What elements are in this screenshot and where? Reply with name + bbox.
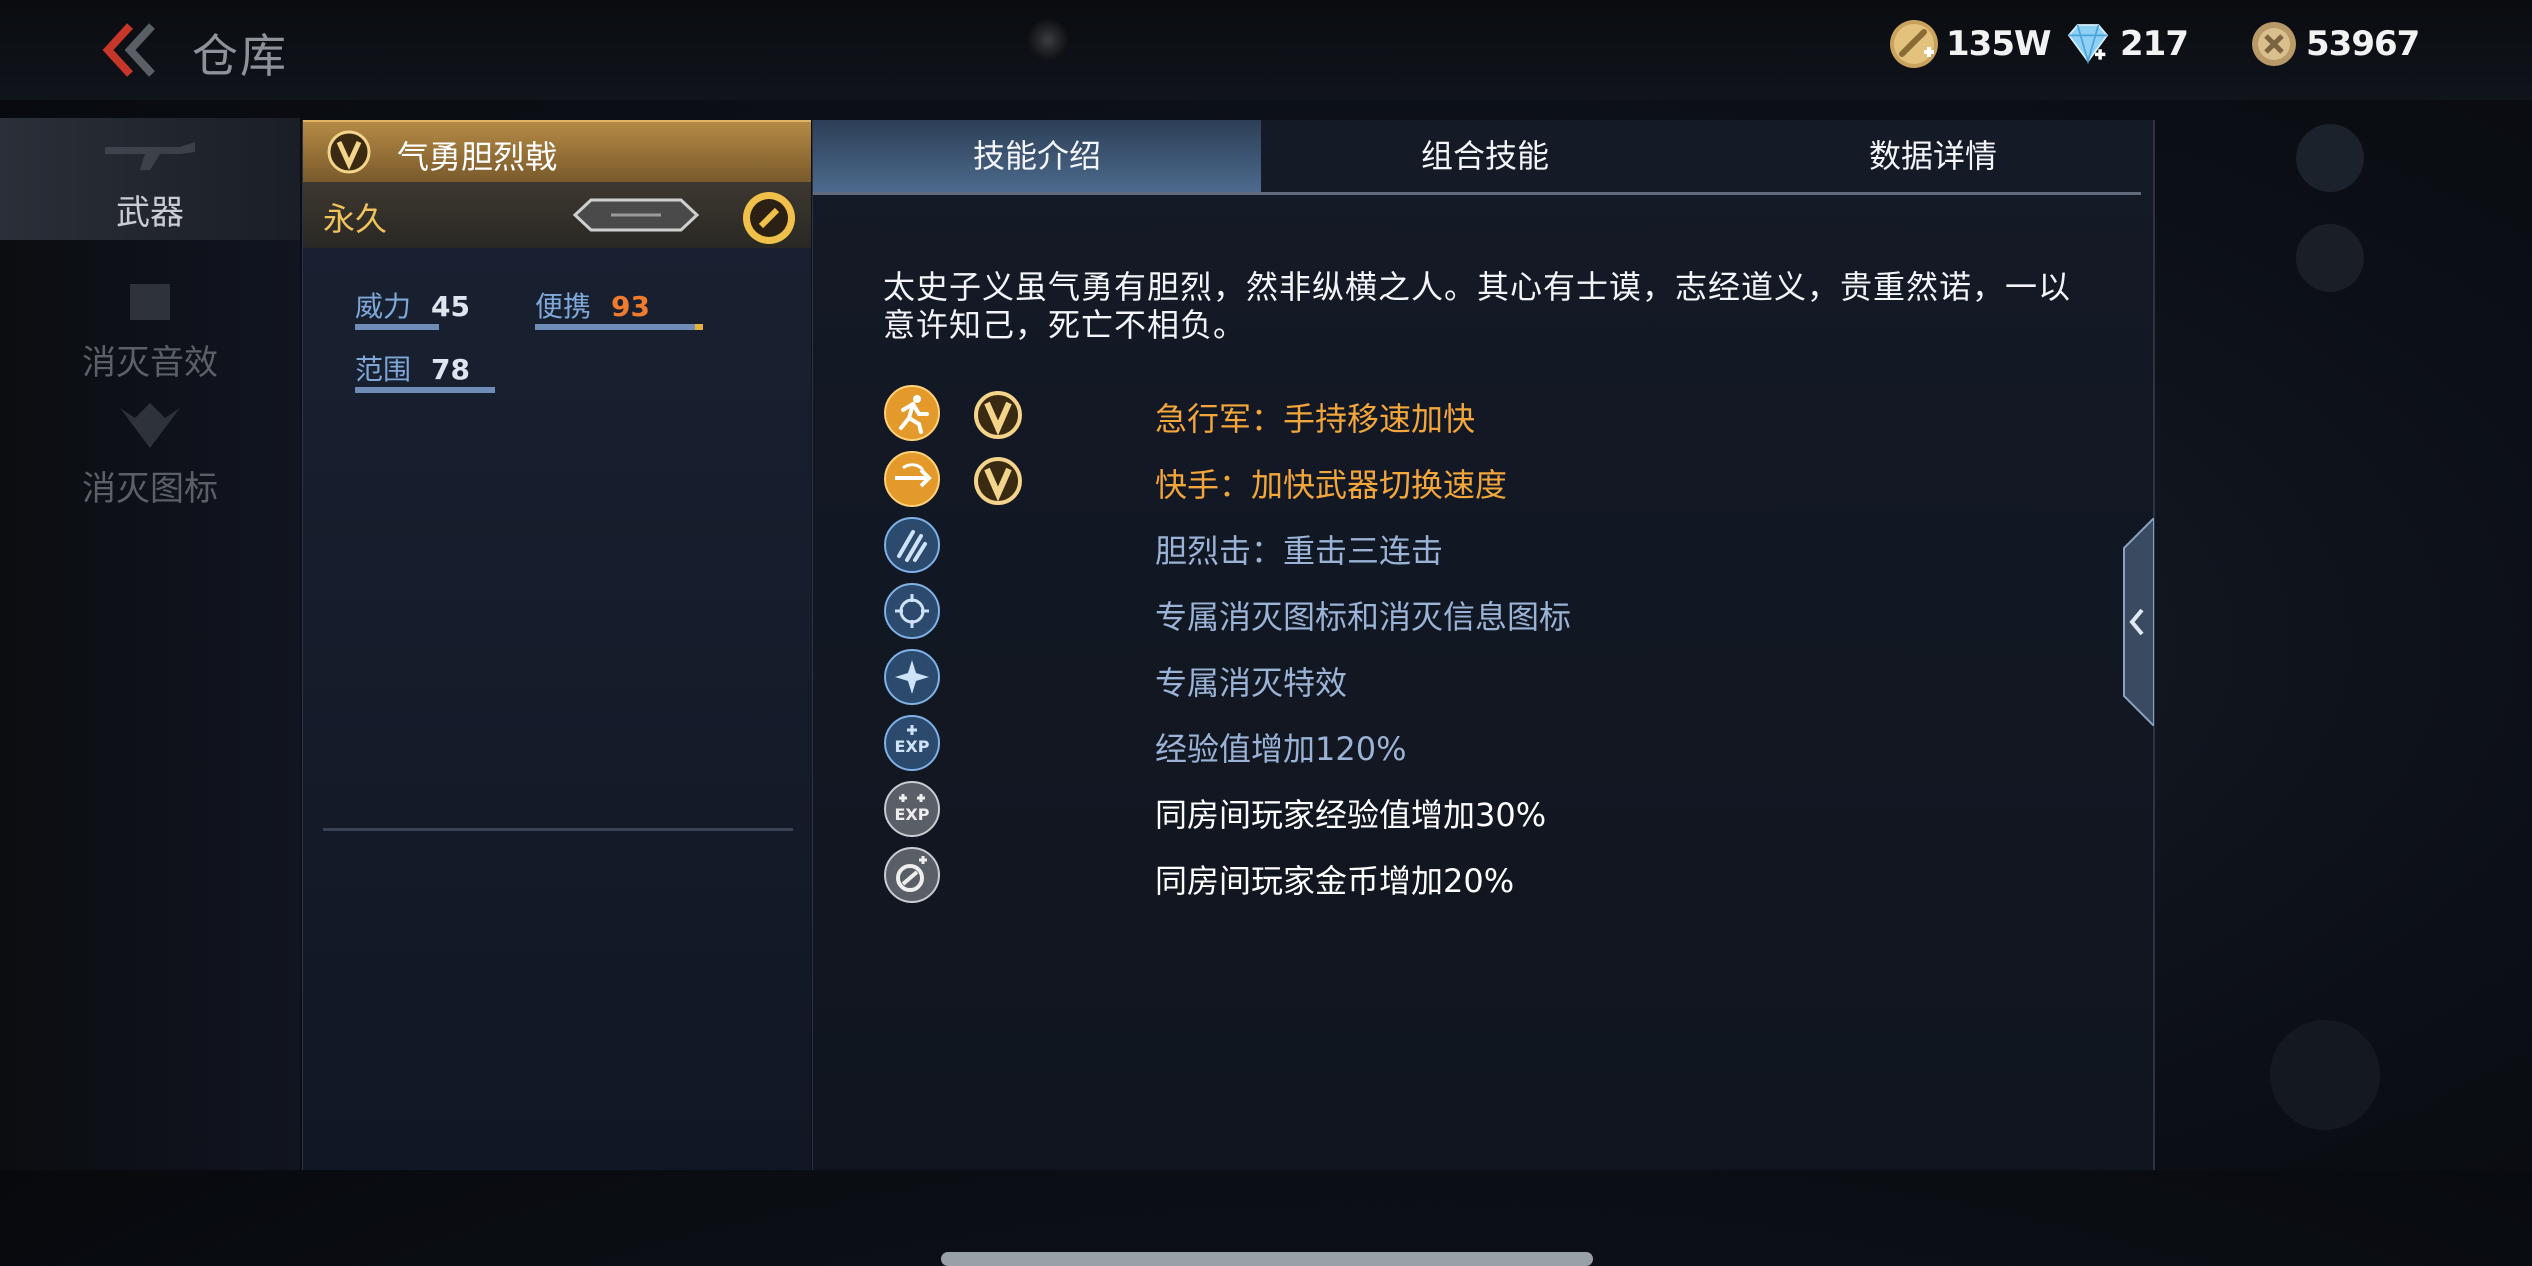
skill-text: 急行军：手持移速加快: [1155, 400, 1476, 438]
skill-row: 同房间玩家金币增加20%: [883, 846, 2083, 910]
currency-token[interactable]: 53967: [2248, 14, 2420, 74]
skill-row: 快手：加快武器切换速度: [883, 450, 2083, 514]
panel-divider: [323, 828, 793, 831]
stat-label: 威力: [355, 290, 412, 323]
skill-text: 同房间玩家经验值增加30%: [1155, 796, 1547, 834]
token-coin-icon: [2252, 22, 2296, 66]
diamond-amount: 217: [2120, 24, 2189, 64]
stat-power: 威力 45: [355, 285, 470, 325]
back-arrow-icon[interactable]: [100, 22, 160, 78]
stat-label: 便携: [535, 290, 592, 323]
skill-row: EXP 同房间玩家经验值增加30%: [883, 780, 2083, 844]
weapon-emblem-icon: [572, 198, 700, 232]
vip-v-badge-icon: [974, 457, 1022, 505]
nav-label: 武器: [116, 193, 184, 233]
collapse-chevron-icon[interactable]: [2118, 518, 2154, 726]
stat-power-bar: [355, 324, 439, 330]
svg-text:EXP: EXP: [895, 805, 930, 824]
speaker-icon: [130, 284, 170, 320]
gold-bar-icon: [1890, 20, 1938, 68]
quick-swap-icon: [884, 451, 940, 507]
skill-text: 经验值增加120%: [1155, 730, 1407, 768]
triple-strike-icon: [884, 517, 940, 573]
tab-bar: 技能介绍 组合技能 数据详情: [813, 120, 2141, 195]
nav-item-weapon[interactable]: 武器: [0, 118, 300, 240]
weapon-description: 太史子义虽气勇有胆烈，然非纵横之人。其心有士谟，志经道义，贵重然诺，一以意许知己…: [883, 268, 2072, 344]
top-bar: 仓库 135W 217 53967: [0, 0, 2532, 100]
tab-skill-intro[interactable]: 技能介绍: [813, 120, 1261, 192]
gold-coin-icon: [743, 192, 795, 244]
nav-label: 消灭音效: [82, 343, 218, 383]
skill-text: 快手：加快武器切换速度: [1155, 466, 1508, 504]
skill-row: EXP 经验值增加120%: [883, 714, 2083, 778]
currency-diamond[interactable]: 217: [2062, 14, 2189, 74]
category-sidebar: 武器 消灭音效 消灭图标: [0, 118, 300, 1170]
room-exp-icon: EXP: [884, 781, 940, 837]
emblem-icon: [120, 403, 180, 448]
stat-portability-bar-tip: [695, 324, 703, 330]
skill-text: 同房间玩家金币增加20%: [1155, 862, 1515, 900]
stat-range-bar: [355, 387, 495, 393]
background-action-button: [2270, 1020, 2380, 1130]
rifle-icon: [105, 142, 195, 170]
kill-icon-badge: [884, 583, 940, 639]
stat-value: 93: [611, 290, 650, 323]
diamond-icon: [2067, 24, 2109, 65]
stat-value: 78: [431, 353, 470, 386]
item-info-panel: 气勇胆烈戟 永久 威力 45 便携 93 范围 78: [302, 120, 811, 1170]
stat-value: 45: [431, 290, 470, 323]
skill-text: 胆烈击：重击三连击: [1155, 532, 1444, 570]
nav-label: 消灭图标: [82, 469, 218, 509]
stat-portability-bar: [535, 324, 695, 330]
item-subheader: 永久: [303, 182, 811, 248]
nav-item-kill-icon[interactable]: 消灭图标: [0, 394, 300, 516]
nav-item-kill-sound[interactable]: 消灭音效: [0, 268, 300, 390]
stat-portability: 便携 93: [535, 285, 650, 325]
token-amount: 53967: [2306, 24, 2420, 64]
detail-panel: 技能介绍 组合技能 数据详情 太史子义虽气勇有胆烈，然非纵横之人。其心有士谟，志…: [812, 120, 2155, 1266]
exp-plus-icon: EXP: [884, 715, 940, 771]
skill-row: 专属消灭特效: [883, 648, 2083, 712]
tab-data-details[interactable]: 数据详情: [1709, 120, 2157, 192]
background-1p-button: [2296, 224, 2364, 292]
running-man-icon: [884, 385, 940, 441]
page-title: 仓库: [192, 29, 288, 83]
gold-amount: 135W: [1946, 24, 2051, 64]
currency-gold[interactable]: 135W: [1888, 14, 2051, 74]
background-gamepad-button: [2296, 124, 2364, 192]
skill-text: 专属消灭特效: [1155, 664, 1348, 702]
skill-row: 胆烈击：重击三连击: [883, 516, 2083, 580]
item-header: 气勇胆烈戟: [303, 120, 811, 182]
horizontal-scrollbar[interactable]: [941, 1252, 1593, 1266]
item-name: 气勇胆烈戟: [397, 138, 558, 176]
room-gold-icon: [884, 847, 940, 903]
stat-range: 范围 78: [355, 348, 470, 388]
vip-v-badge-icon: [974, 391, 1022, 439]
skill-row: 专属消灭图标和消灭信息图标: [883, 582, 2083, 646]
kill-effect-icon: [884, 649, 940, 705]
skill-row: 急行军：手持移速加快: [883, 384, 2083, 448]
camera-notch: [1028, 20, 1068, 60]
svg-text:EXP: EXP: [895, 737, 930, 756]
item-duration: 永久: [323, 200, 388, 238]
stat-label: 范围: [355, 353, 412, 386]
skill-text: 专属消灭图标和消灭信息图标: [1155, 598, 1572, 636]
tab-combo-skill[interactable]: 组合技能: [1261, 120, 1709, 192]
vip-v-badge-icon: [327, 130, 371, 174]
